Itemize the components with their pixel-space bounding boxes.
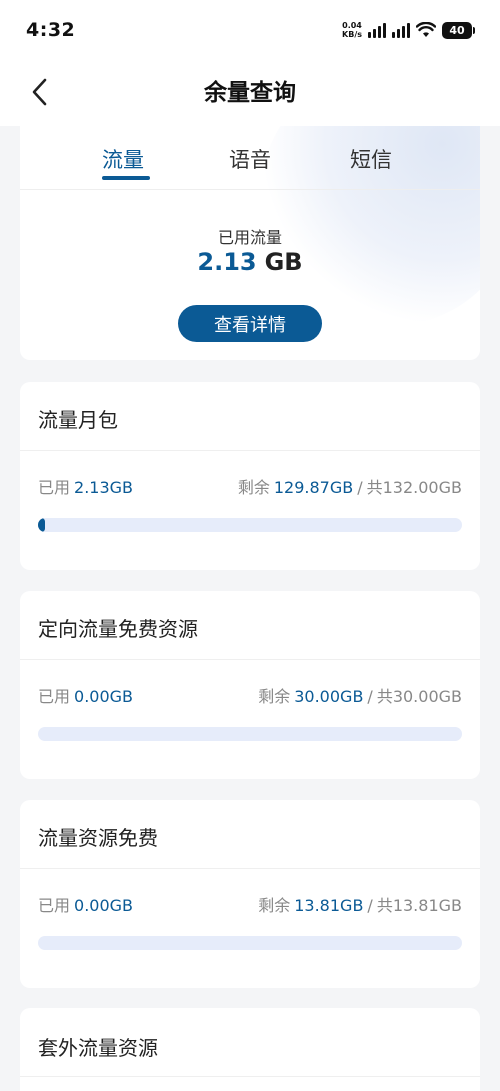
resource-card: 定向流量免费资源 已用 0.00GB 剩余 30.00GB / 共30.00GB — [20, 591, 480, 779]
network-speed-value: 0.04 — [342, 21, 362, 30]
divider — [20, 868, 480, 869]
remaining-value: 30.00GB — [294, 687, 364, 706]
usage-progress-bar — [38, 727, 462, 741]
resource-used: 已用 2.13GB — [38, 474, 133, 498]
remaining-label: 剩余 — [237, 478, 270, 497]
tab-voice[interactable]: 语音 — [229, 144, 271, 174]
active-tab-indicator — [102, 176, 150, 180]
remaining-label: 剩余 — [258, 687, 291, 706]
tab-sms[interactable]: 短信 — [350, 144, 392, 174]
summary-card: 流量 语音 短信 已用流量 2.13 GB 查看详情 — [20, 126, 480, 360]
used-label: 已用 — [38, 687, 71, 706]
used-value: 0.00GB — [74, 687, 134, 706]
total-value: 共30.00GB — [376, 687, 462, 706]
remaining-value: 129.87GB — [273, 478, 354, 497]
resource-title: 套外流量资源 — [38, 1036, 158, 1060]
used-value: 0.00GB — [74, 896, 134, 915]
divider — [20, 450, 480, 451]
divider — [20, 1076, 480, 1077]
divider — [20, 659, 480, 660]
tab-data[interactable]: 流量 — [102, 144, 144, 174]
used-data-label: 已用流量 — [217, 228, 282, 247]
resource-title: 流量资源免费 — [38, 826, 158, 850]
tab-bar: 流量 语音 短信 — [20, 126, 480, 190]
resource-title: 定向流量免费资源 — [38, 617, 198, 641]
separator: / — [357, 478, 363, 497]
clock: 4:32 — [26, 19, 76, 41]
resource-card: 流量月包 已用 2.13GB 剩余 129.87GB / 共132.00GB — [20, 382, 480, 570]
network-speed: 0.04 KB/s — [342, 21, 362, 39]
resource-used: 已用 0.00GB — [38, 892, 133, 916]
total-value: 共13.81GB — [376, 896, 462, 915]
used-label: 已用 — [38, 896, 71, 915]
used-data-value: 2.13 GB — [20, 248, 480, 276]
remaining-value: 13.81GB — [294, 896, 364, 915]
used-label: 已用 — [38, 478, 71, 497]
used-data-number: 2.13 — [197, 248, 257, 276]
total-value: 共132.00GB — [366, 478, 462, 497]
separator: / — [367, 896, 373, 915]
usage-progress-bar — [38, 936, 462, 950]
signal-icon — [368, 22, 386, 38]
usage-progress-fill — [38, 518, 45, 532]
view-details-button[interactable]: 查看详情 — [178, 305, 322, 342]
extra-resource-card: 套外流量资源 — [20, 1008, 480, 1091]
resource-remaining: 剩余 30.00GB / 共30.00GB — [258, 683, 462, 707]
network-speed-unit: KB/s — [342, 30, 362, 39]
wifi-icon — [416, 22, 436, 37]
status-bar: 4:32 0.04 KB/s 40 — [0, 0, 500, 60]
usage-progress-bar — [38, 518, 462, 532]
remaining-label: 剩余 — [258, 896, 291, 915]
resource-title: 流量月包 — [38, 408, 118, 432]
resource-card: 流量资源免费 已用 0.00GB 剩余 13.81GB / 共13.81GB — [20, 800, 480, 988]
used-data-unit: GB — [264, 248, 303, 276]
resource-remaining: 剩余 129.87GB / 共132.00GB — [238, 474, 462, 498]
battery-level: 40 — [449, 23, 465, 37]
status-icons: 0.04 KB/s 40 — [342, 21, 475, 39]
resource-used: 已用 0.00GB — [38, 683, 133, 707]
used-value: 2.13GB — [74, 478, 134, 497]
nav-bar: 余量查询 — [0, 60, 500, 126]
page-title: 余量查询 — [204, 80, 296, 106]
battery-icon: 40 — [442, 21, 475, 39]
separator: / — [367, 687, 373, 706]
resource-remaining: 剩余 13.81GB / 共13.81GB — [258, 892, 462, 916]
signal-icon — [392, 22, 410, 38]
